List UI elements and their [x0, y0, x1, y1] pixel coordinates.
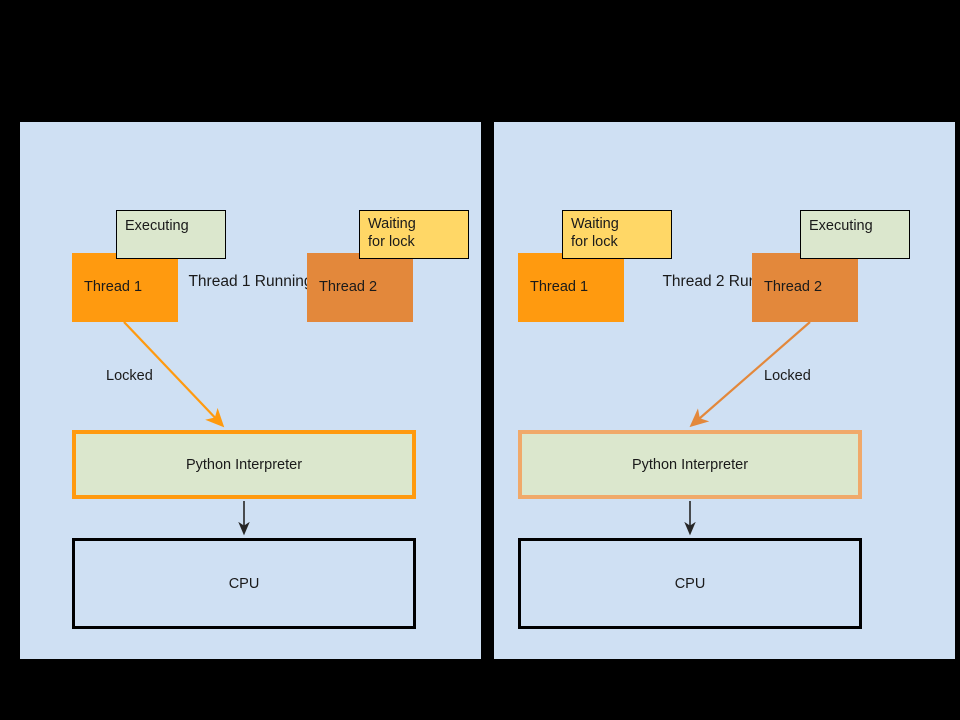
- status-badge-thread-2: Executing: [800, 210, 910, 259]
- thread-box-thread-1[interactable]: Thread 1: [72, 253, 178, 322]
- status-badge-thread-1: Waiting for lock: [562, 210, 672, 259]
- panel-thread-2-running: Thread 2 Running Thread 1 Waiting for lo…: [494, 122, 955, 659]
- status-badge-label: Waiting for lock: [368, 216, 416, 250]
- python-interpreter-label: Python Interpreter: [631, 456, 749, 473]
- thread-box-thread-2[interactable]: Thread 2: [307, 253, 413, 322]
- cpu-label: CPU: [228, 575, 260, 592]
- status-badge-label: Executing: [125, 218, 189, 234]
- thread-box-thread-1[interactable]: Thread 1: [518, 253, 624, 322]
- thread-box-label: Thread 1: [530, 279, 589, 295]
- cpu-box[interactable]: CPU: [72, 538, 416, 629]
- python-interpreter-label: Python Interpreter: [185, 456, 303, 473]
- panel-thread-1-running: Thread 1 Running Thread 1 Executing Thre…: [20, 122, 481, 659]
- thread-box-label: Thread 2: [319, 279, 378, 295]
- status-badge-label: Executing: [809, 218, 873, 234]
- thread-box-thread-2[interactable]: Thread 2: [752, 253, 858, 322]
- cpu-box[interactable]: CPU: [518, 538, 862, 629]
- python-interpreter-box[interactable]: Python Interpreter: [72, 430, 416, 499]
- status-badge-thread-1: Executing: [116, 210, 226, 259]
- diagram-canvas: Thread 1 Running Thread 1 Executing Thre…: [0, 0, 960, 720]
- lock-edge-label: Locked: [764, 368, 811, 384]
- thread-box-label: Thread 1: [84, 279, 143, 295]
- thread-box-label: Thread 2: [764, 279, 823, 295]
- python-interpreter-box[interactable]: Python Interpreter: [518, 430, 862, 499]
- lock-edge-label: Locked: [106, 368, 153, 384]
- status-badge-thread-2: Waiting for lock: [359, 210, 469, 259]
- status-badge-label: Waiting for lock: [571, 216, 619, 250]
- cpu-label: CPU: [674, 575, 706, 592]
